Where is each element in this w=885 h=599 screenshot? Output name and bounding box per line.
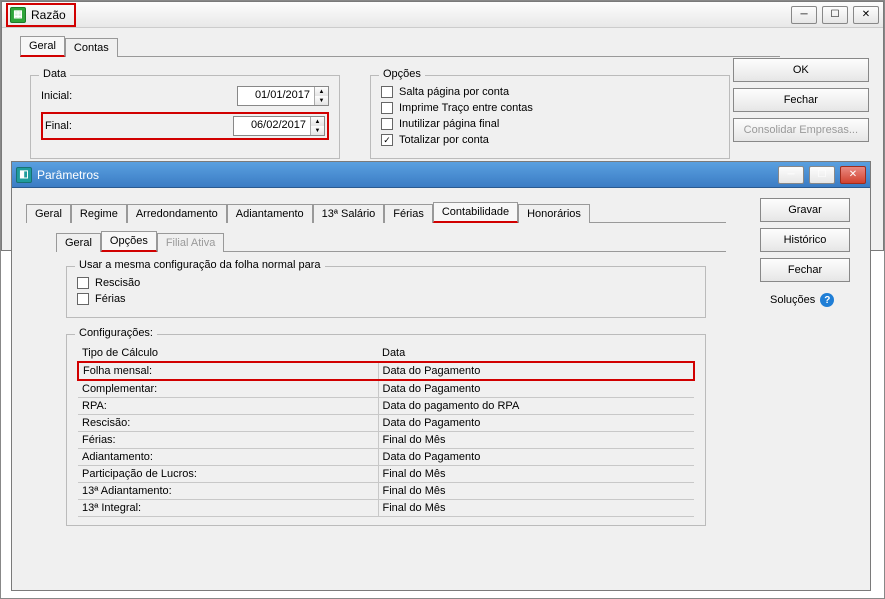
- tab-p-arred[interactable]: Arredondamento: [127, 204, 227, 223]
- maximize-button[interactable]: ☐: [822, 6, 848, 24]
- spinner-inicial[interactable]: ▲▼: [314, 87, 328, 105]
- date-inicial[interactable]: 01/01/2017 ▲▼: [237, 86, 329, 106]
- titlebar-razao: ▦ Razão ─ ☐ ✕: [2, 2, 883, 28]
- row-rescisao[interactable]: Rescisão: Data do Pagamento: [78, 415, 694, 432]
- gravar-button[interactable]: Gravar: [760, 198, 850, 222]
- tab-p-contab[interactable]: Contabilidade: [433, 202, 518, 223]
- subtab-filial: Filial Ativa: [157, 233, 225, 252]
- row-13-integral[interactable]: 13ª Integral: Final do Mês: [78, 500, 694, 517]
- fechar-button[interactable]: Fechar: [733, 88, 869, 112]
- subtab-opcoes[interactable]: Opções: [101, 231, 157, 252]
- row-13-adiant[interactable]: 13ª Adiantamento: Final do Mês: [78, 483, 694, 500]
- ok-button[interactable]: OK: [733, 58, 869, 82]
- minimize-button[interactable]: ─: [791, 6, 817, 24]
- config-table: Tipo de Cálculo Data Folha mensal: Data …: [77, 345, 695, 517]
- subtabs-contab: Geral Opções Filial Ativa: [56, 231, 856, 252]
- app-icon-razao: ▦: [10, 7, 26, 23]
- row-rpa[interactable]: RPA: Data do pagamento do RPA: [78, 398, 694, 415]
- fechar-button-2[interactable]: Fechar: [760, 258, 850, 282]
- group-data-legend: Data: [39, 68, 70, 80]
- chk-ferias[interactable]: Férias: [77, 293, 695, 305]
- close-button-2[interactable]: ✕: [840, 166, 866, 184]
- tab-p-regime[interactable]: Regime: [71, 204, 127, 223]
- label-final: Final:: [45, 120, 145, 132]
- chk-rescisao[interactable]: Rescisão: [77, 277, 695, 289]
- tab-p-ferias[interactable]: Férias: [384, 204, 433, 223]
- tab-p-geral[interactable]: Geral: [26, 204, 71, 223]
- subtab-geral[interactable]: Geral: [56, 233, 101, 252]
- tabs-razao: Geral Contas: [20, 36, 875, 57]
- chk-salta[interactable]: Salta página por conta: [381, 86, 719, 98]
- app-icon-parametros: ◧: [16, 167, 32, 183]
- tab-p-honor[interactable]: Honorários: [518, 204, 590, 223]
- row-ferias[interactable]: Férias: Final do Mês: [78, 432, 694, 449]
- window-title: Razão: [31, 8, 66, 22]
- tab-contas[interactable]: Contas: [65, 38, 118, 57]
- window-title-parametros: Parâmetros: [37, 168, 99, 182]
- row-complementar[interactable]: Complementar: Data do Pagamento: [78, 380, 694, 398]
- close-button[interactable]: ✕: [853, 6, 879, 24]
- group-config-legend: Configurações:: [75, 327, 157, 339]
- chk-totalizar[interactable]: Totalizar por conta: [381, 134, 719, 146]
- minimize-button-2[interactable]: ─: [778, 166, 804, 184]
- solucoes-button[interactable]: Soluções ?: [760, 288, 850, 312]
- maximize-button-2[interactable]: ☐: [809, 166, 835, 184]
- help-icon: ?: [820, 293, 834, 307]
- group-data: Data Inicial: 01/01/2017 ▲▼ Final: 06/02…: [30, 75, 340, 159]
- group-usar-legend: Usar a mesma configuração da folha norma…: [75, 259, 325, 271]
- tab-p-13[interactable]: 13ª Salário: [313, 204, 385, 223]
- row-adiantamento[interactable]: Adiantamento: Data do Pagamento: [78, 449, 694, 466]
- client-razao: Geral Contas Data Inicial: 01/01/2017 ▲▼…: [2, 28, 883, 167]
- chk-inutilizar[interactable]: Inutilizar página final: [381, 118, 719, 130]
- window-parametros: ◧ Parâmetros ─ ☐ ✕ Geral Regime Arredond…: [11, 161, 871, 591]
- label-inicial: Inicial:: [41, 90, 141, 102]
- group-usar: Usar a mesma configuração da folha norma…: [66, 266, 706, 318]
- spinner-final[interactable]: ▲▼: [310, 117, 324, 135]
- th-tipo: Tipo de Cálculo: [78, 345, 378, 362]
- row-part-lucros[interactable]: Participação de Lucros: Final do Mês: [78, 466, 694, 483]
- consolidar-button[interactable]: Consolidar Empresas...: [733, 118, 869, 142]
- chk-traco[interactable]: Imprime Traço entre contas: [381, 102, 719, 114]
- group-opcoes: Opções Salta página por conta Imprime Tr…: [370, 75, 730, 159]
- tab-geral[interactable]: Geral: [20, 36, 65, 57]
- row-folha-mensal[interactable]: Folha mensal: Data do Pagamento: [78, 362, 694, 380]
- date-final[interactable]: 06/02/2017 ▲▼: [233, 116, 325, 136]
- titlebar-parametros: ◧ Parâmetros ─ ☐ ✕: [12, 162, 870, 188]
- tabs-parametros: Geral Regime Arredondamento Adiantamento…: [26, 202, 856, 223]
- th-data: Data: [378, 345, 694, 362]
- historico-button[interactable]: Histórico: [760, 228, 850, 252]
- group-config: Configurações: Tipo de Cálculo Data Folh…: [66, 334, 706, 526]
- tab-p-adiant[interactable]: Adiantamento: [227, 204, 313, 223]
- client-parametros: Geral Regime Arredondamento Adiantamento…: [12, 188, 870, 540]
- group-opcoes-legend: Opções: [379, 68, 425, 80]
